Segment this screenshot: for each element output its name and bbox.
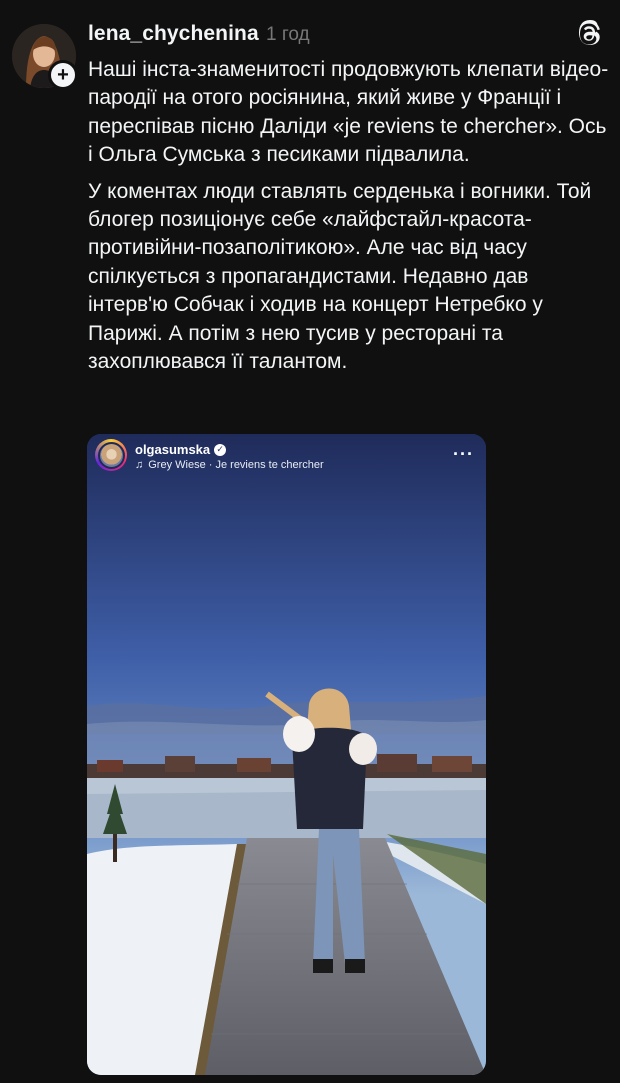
embed-avatar-photo [97,441,125,469]
video-frame [87,434,486,1075]
post-body: Наші інста-знаменитості продовжують клеп… [88,56,610,384]
post-paragraph: У коментах люди ставлять серденька і вог… [88,179,592,374]
embedded-video[interactable]: olgasumska ✓ ♫ Grey Wiese · Je reviens t… [87,434,486,1075]
embed-username-row[interactable]: olgasumska ✓ [135,442,227,457]
thread-post: + lena_chychenina 1 год Наші інста-знаме… [0,0,620,1083]
author-username[interactable]: lena_chychenina [88,22,259,46]
embed-audio-label[interactable]: Grey Wiese · Je reviens te chercher [148,459,323,471]
post-timestamp: 1 год [266,24,310,45]
music-note-icon: ♫ [135,459,144,471]
verified-badge-icon: ✓ [214,443,227,456]
post-paragraph: Наші інста-знаменитості продовжують клеп… [88,58,609,167]
more-dots-icon[interactable]: ··· [453,444,474,465]
embed-header: olgasumska ✓ ♫ Grey Wiese · Je reviens t… [87,434,486,482]
author-avatar-container[interactable]: + [12,24,78,90]
embed-audio-row[interactable]: ♫ Grey Wiese · Je reviens te chercher [135,459,324,471]
embed-username[interactable]: olgasumska [135,442,210,457]
threads-logo-icon[interactable] [576,20,604,48]
embed-avatar[interactable] [95,439,127,471]
plus-icon[interactable]: + [48,60,78,90]
